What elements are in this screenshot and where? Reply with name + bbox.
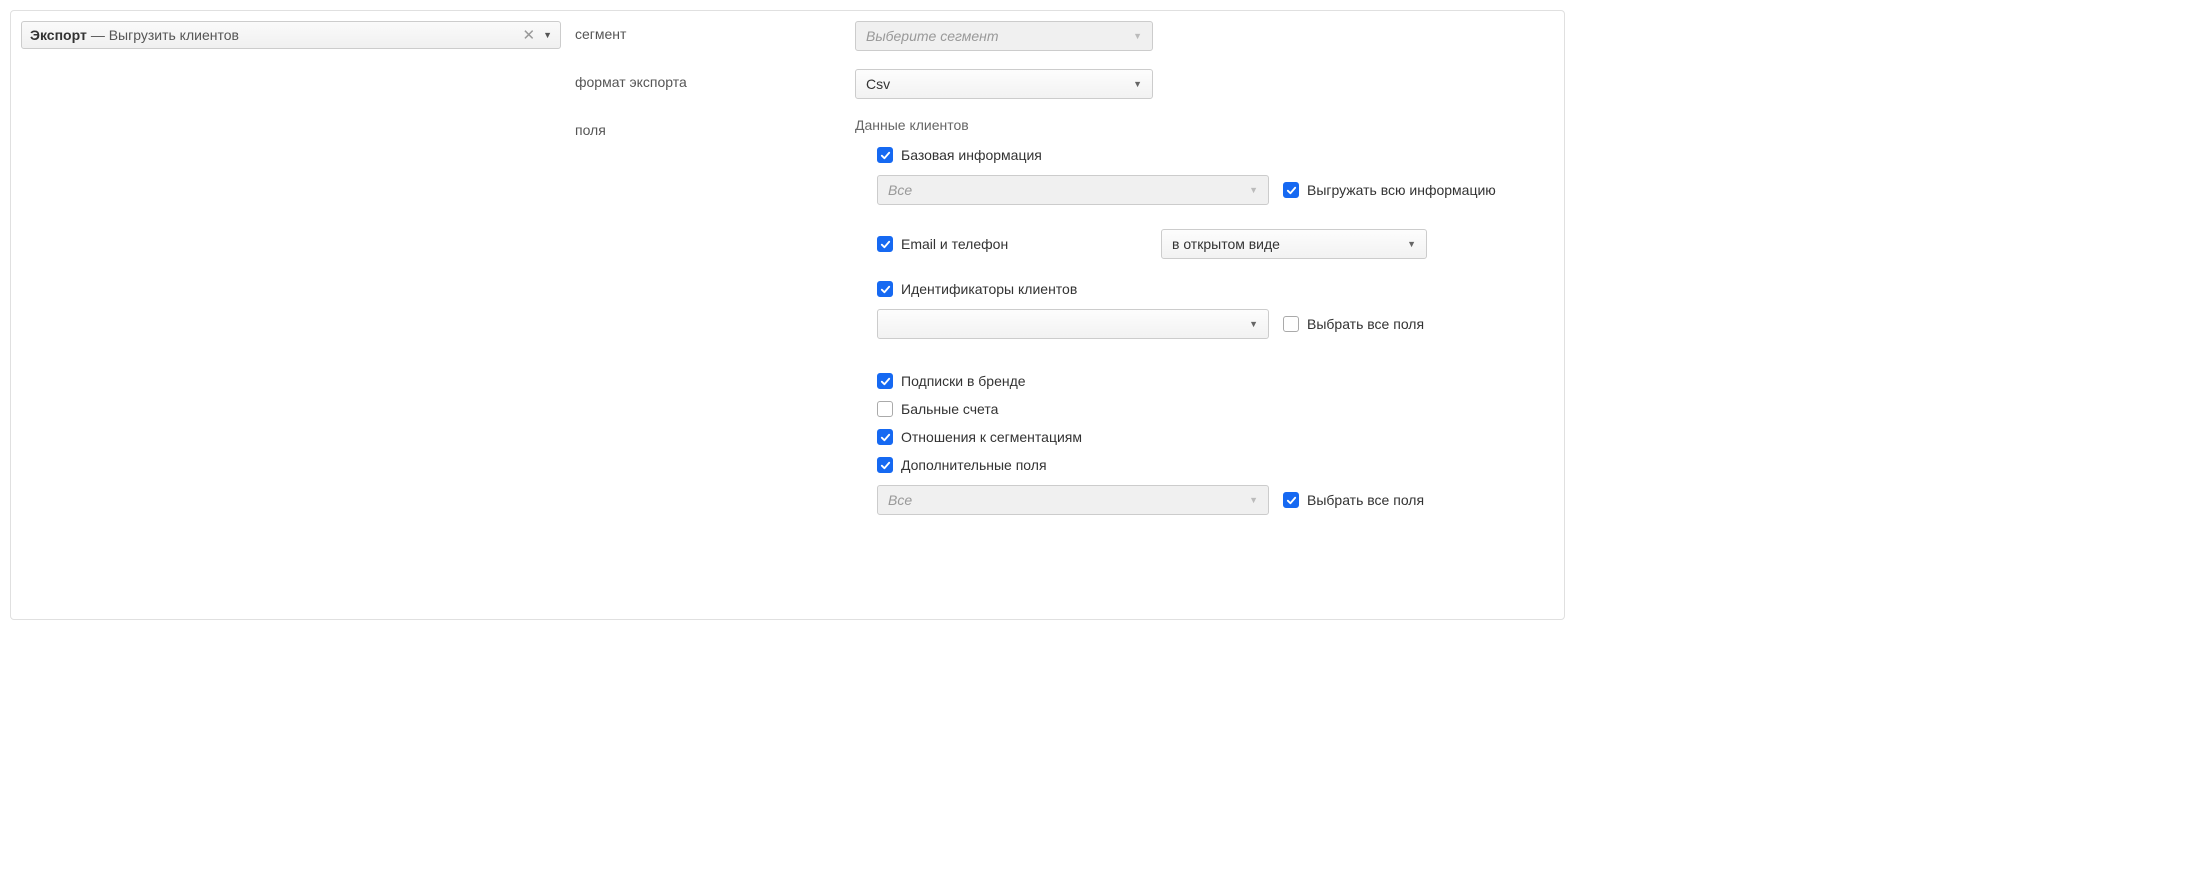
point-accounts-label: Бальные счета — [901, 401, 998, 417]
client-ids-select[interactable]: ▼ — [877, 309, 1269, 339]
segment-select-placeholder: Выберите сегмент — [866, 28, 999, 44]
chevron-down-icon: ▼ — [1249, 185, 1258, 195]
export-all-info-label: Выгружать всю информацию — [1307, 182, 1496, 198]
chevron-down-icon: ▼ — [1133, 79, 1142, 89]
base-info-select-value: Все — [888, 182, 912, 198]
client-ids-label: Идентификаторы клиентов — [901, 281, 1077, 297]
format-label: формат экспорта — [575, 69, 855, 99]
format-select-value: Csv — [866, 76, 890, 92]
client-ids-select-all-label: Выбрать все поля — [1307, 316, 1424, 332]
chevron-down-icon: ▼ — [1249, 319, 1258, 329]
close-icon[interactable]: ✕ — [519, 26, 540, 44]
chevron-down-icon: ▼ — [1249, 495, 1258, 505]
extra-select-all-label: Выбрать все поля — [1307, 492, 1424, 508]
export-mode-dropdown[interactable]: Экспорт — Выгрузить клиентов ✕ ▼ — [21, 21, 561, 49]
chevron-down-icon[interactable]: ▼ — [543, 30, 552, 40]
extra-fields-select[interactable]: Все ▼ — [877, 485, 1269, 515]
email-phone-checkbox[interactable] — [877, 236, 893, 252]
extra-fields-select-value: Все — [888, 492, 912, 508]
export-title-rest: — Выгрузить клиентов — [91, 27, 239, 43]
fields-section-title: Данные клиентов — [855, 117, 1554, 133]
segment-relations-label: Отношения к сегментациям — [901, 429, 1082, 445]
brand-subs-checkbox[interactable] — [877, 373, 893, 389]
segment-select[interactable]: Выберите сегмент ▼ — [855, 21, 1153, 51]
point-accounts-checkbox[interactable] — [877, 401, 893, 417]
extra-fields-label: Дополнительные поля — [901, 457, 1047, 473]
email-phone-label: Email и телефон — [901, 236, 1008, 252]
chevron-down-icon: ▼ — [1407, 239, 1416, 249]
chevron-down-icon: ▼ — [1133, 31, 1142, 41]
export-title-bold: Экспорт — [30, 27, 87, 43]
format-select[interactable]: Csv ▼ — [855, 69, 1153, 99]
extra-fields-checkbox[interactable] — [877, 457, 893, 473]
extra-select-all-checkbox[interactable] — [1283, 492, 1299, 508]
segment-relations-checkbox[interactable] — [877, 429, 893, 445]
fields-label: поля — [575, 117, 855, 521]
brand-subs-label: Подписки в бренде — [901, 373, 1026, 389]
base-info-select[interactable]: Все ▼ — [877, 175, 1269, 205]
email-phone-mode-select[interactable]: в открытом виде ▼ — [1161, 229, 1427, 259]
base-info-label: Базовая информация — [901, 147, 1042, 163]
client-ids-select-all-checkbox[interactable] — [1283, 316, 1299, 332]
email-phone-mode-value: в открытом виде — [1172, 236, 1280, 252]
base-info-checkbox[interactable] — [877, 147, 893, 163]
segment-label: сегмент — [575, 21, 855, 51]
export-all-info-checkbox[interactable] — [1283, 182, 1299, 198]
client-ids-checkbox[interactable] — [877, 281, 893, 297]
